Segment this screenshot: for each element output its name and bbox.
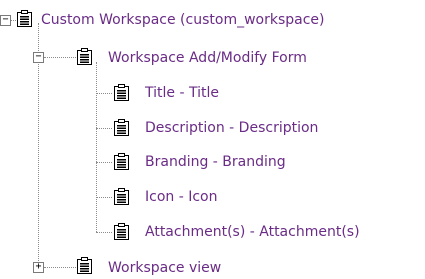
collapse-toggle-root[interactable]: − (0, 15, 11, 26)
tree-node-field-description[interactable]: Description - Description (145, 119, 318, 137)
tree-node-field-attachments[interactable]: Attachment(s) - Attachment(s) (145, 223, 360, 241)
tree-node-workspace-view[interactable]: Workspace view (108, 259, 221, 277)
tree-connector (96, 128, 112, 129)
document-icon (76, 48, 94, 66)
tree-node-field-branding[interactable]: Branding - Branding (145, 153, 286, 171)
tree-node-workspace-form[interactable]: Workspace Add/Modify Form (108, 49, 307, 67)
workspace-tree: − Custom Workspace (custom_workspace) − … (0, 0, 425, 279)
collapse-toggle-form[interactable]: − (33, 52, 44, 63)
document-icon (113, 119, 131, 137)
tree-connector (96, 93, 112, 94)
document-icon (76, 257, 94, 275)
tree-connector (96, 232, 112, 233)
tree-node-field-title[interactable]: Title - Title (145, 84, 219, 102)
minus-box-icon: − (2, 14, 9, 25)
document-icon (113, 153, 131, 171)
tree-node-custom-workspace[interactable]: Custom Workspace (custom_workspace) (41, 11, 325, 29)
tree-connector (44, 267, 76, 268)
document-icon (113, 188, 131, 206)
document-icon (113, 223, 131, 241)
tree-connector (96, 162, 112, 163)
tree-connector (44, 57, 76, 58)
document-icon (113, 84, 131, 102)
tree-connector (96, 197, 112, 198)
tree-connector (96, 62, 97, 232)
document-icon (16, 10, 34, 28)
tree-node-field-icon[interactable]: Icon - Icon (145, 188, 217, 206)
minus-box-icon: − (35, 51, 42, 62)
expand-toggle-view[interactable]: + (33, 262, 44, 273)
plus-box-icon: + (35, 261, 42, 272)
